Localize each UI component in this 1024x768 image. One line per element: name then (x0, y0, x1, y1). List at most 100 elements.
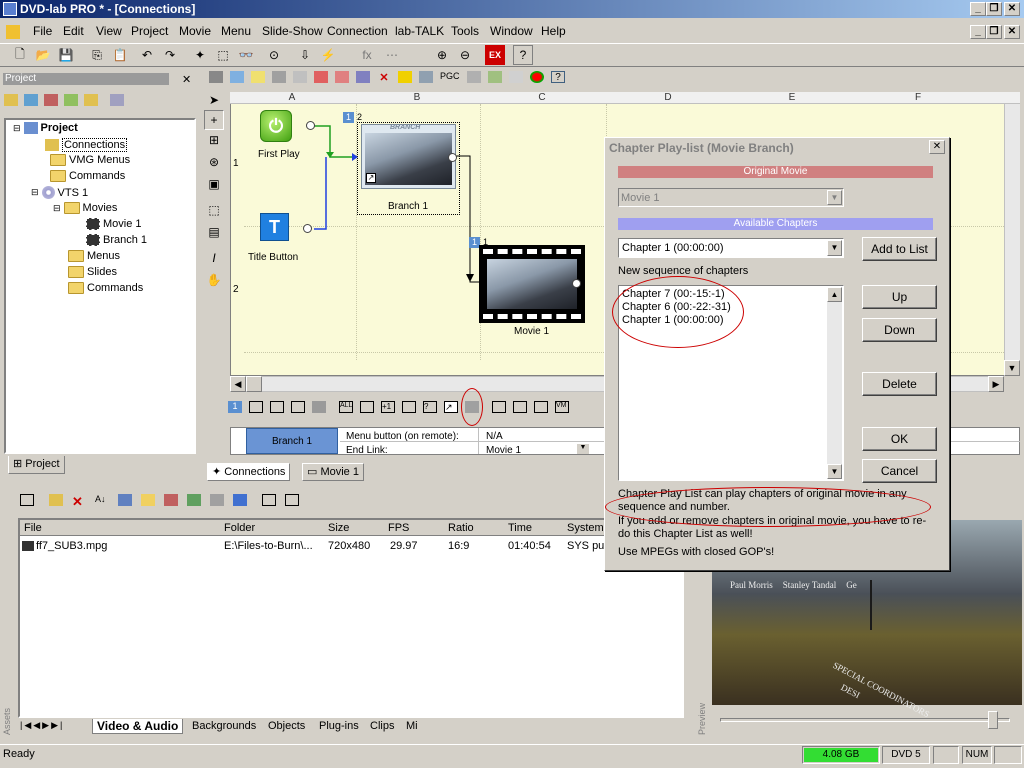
text-tool-icon[interactable]: I (204, 248, 224, 268)
tree-commands2[interactable]: Commands (68, 282, 143, 294)
list-icon[interactable] (270, 401, 284, 413)
rgb-icon[interactable] (530, 71, 544, 83)
col-ratio[interactable]: Ratio (448, 522, 498, 534)
add-slide-icon[interactable] (44, 94, 58, 106)
tab-clips[interactable]: Clips (366, 720, 399, 732)
number-icon[interactable]: 1 (228, 401, 242, 413)
pin-icon[interactable] (209, 71, 223, 83)
tab-backgrounds[interactable]: Backgrounds (188, 720, 261, 732)
col-time[interactable]: Time (508, 522, 558, 534)
dialog-close-button[interactable]: ✕ (929, 140, 945, 154)
preview-slider-track[interactable] (720, 718, 1010, 722)
node-port[interactable] (448, 153, 457, 162)
link-box-icon[interactable] (492, 401, 506, 413)
plug-icon[interactable] (285, 494, 299, 506)
bars-icon[interactable] (187, 494, 201, 506)
ok-button[interactable]: OK (862, 427, 937, 451)
child-restore-button[interactable]: ❐ (986, 25, 1002, 39)
restore-button[interactable]: ❐ (986, 2, 1002, 16)
assets-icon[interactable]: ⬚ (213, 45, 233, 65)
menu-slideshow[interactable]: Slide-Show (262, 24, 323, 38)
add-tool-icon[interactable]: ⊞ (204, 130, 224, 150)
node-port[interactable] (572, 279, 581, 288)
menu-edit[interactable]: Edit (63, 24, 84, 38)
add-menu-icon[interactable] (4, 94, 18, 106)
tree-view-icon[interactable] (118, 494, 132, 506)
all-icon[interactable]: ALL (339, 401, 353, 413)
up-button[interactable]: Up (862, 285, 937, 309)
sequence-scrollbar[interactable] (827, 287, 842, 479)
movie-box-icon[interactable] (249, 401, 263, 413)
sort-icon[interactable] (419, 71, 433, 83)
col-file[interactable]: File (24, 522, 214, 534)
tree2-icon[interactable] (262, 494, 276, 506)
select-tool-icon[interactable]: ⬚ (204, 200, 224, 220)
tree-vts[interactable]: ⊟ VTS 1 (31, 186, 88, 199)
menu-tools[interactable]: Tools (451, 24, 479, 38)
sequence-scroll-up[interactable]: ▲ (827, 287, 842, 302)
add-vts-icon[interactable] (110, 94, 124, 106)
chapter-icon[interactable] (488, 71, 502, 83)
canvas-vscroll[interactable] (1004, 104, 1020, 374)
question-box-icon[interactable]: ? (423, 401, 437, 413)
zoom-in-icon[interactable]: ⊕ (432, 45, 452, 65)
align2-icon[interactable] (293, 71, 307, 83)
chapter-select-arrow[interactable]: ▼ (827, 240, 842, 256)
link2-icon[interactable] (335, 71, 349, 83)
tab-objects[interactable]: Objects (264, 720, 310, 732)
image-icon[interactable] (291, 401, 305, 413)
delete-link-icon[interactable]: ✕ (377, 71, 391, 84)
paint-tool-icon[interactable]: ⊛ (204, 152, 224, 172)
color-icon[interactable] (398, 71, 412, 83)
settings-icon[interactable] (312, 401, 326, 413)
menu-view[interactable]: View (96, 24, 122, 38)
dots-icon[interactable] (402, 401, 416, 413)
node-port[interactable] (303, 224, 312, 233)
first-play-node[interactable]: ⏻ (260, 110, 292, 142)
menu-connection[interactable]: Connection (327, 24, 388, 38)
grid-yellow-icon[interactable] (251, 71, 265, 83)
tab-movie1[interactable]: ▭ Movie 1 (302, 463, 364, 481)
vm-icon[interactable]: VM (555, 401, 569, 413)
panel-close-icon[interactable]: ✕ (182, 73, 191, 86)
scroll-left-button[interactable]: ◀ (230, 376, 246, 392)
play-box-icon[interactable] (513, 401, 527, 413)
hand-tool-icon[interactable]: ✋ (204, 270, 224, 290)
tree-menus[interactable]: Menus (68, 250, 120, 262)
tree-branch1[interactable]: Branch 1 (86, 234, 147, 246)
frame-tool-icon[interactable]: ▤ (204, 222, 224, 242)
menu-tool-icon[interactable]: ▣ (204, 174, 224, 194)
scroll-thumb[interactable] (246, 376, 262, 392)
add-commands-icon[interactable] (64, 94, 78, 106)
prop-row2-value[interactable]: Movie 1 (486, 445, 521, 456)
preview-slider-thumb[interactable] (988, 711, 998, 729)
burn-icon[interactable]: ⊙ (264, 45, 284, 65)
menu-window[interactable]: Window (490, 24, 533, 38)
sequence-scroll-down[interactable]: ▼ (827, 464, 842, 479)
copy-icon[interactable]: ⎘ (87, 45, 107, 65)
prop-dropdown-arrow[interactable]: ▼ (577, 444, 589, 454)
asset-tab-nav[interactable]: |◀◀▶▶| (20, 720, 64, 731)
child-minimize-button[interactable]: _ (970, 25, 986, 39)
jump-icon[interactable] (534, 401, 548, 413)
scroll-down-button[interactable]: ▼ (1004, 360, 1020, 376)
align-icon[interactable] (272, 71, 286, 83)
crosshair-tool-icon[interactable]: + (204, 110, 224, 130)
add-to-list-button[interactable]: Add to List (862, 237, 937, 261)
col-size[interactable]: Size (328, 522, 378, 534)
dfx-icon[interactable]: ⋯ (382, 45, 402, 65)
compile-icon[interactable]: ⇩ (295, 45, 315, 65)
pgc-icon[interactable]: PGC (440, 71, 460, 83)
dvd-type-select[interactable]: DVD 5 (882, 746, 930, 764)
paste-icon[interactable]: 📋 (110, 45, 130, 65)
tree-slides[interactable]: Slides (68, 266, 117, 278)
assets-view-icon[interactable] (20, 494, 34, 506)
help-icon[interactable]: ? (513, 45, 533, 65)
counter-icon[interactable] (509, 71, 523, 83)
open-icon[interactable] (49, 494, 63, 506)
arrange-icon[interactable] (356, 71, 370, 83)
minimize-button[interactable]: _ (970, 2, 986, 16)
tree-commands[interactable]: Commands (50, 170, 125, 182)
wizard-icon[interactable]: ✦ (190, 45, 210, 65)
delete-button[interactable]: Delete (862, 372, 937, 396)
